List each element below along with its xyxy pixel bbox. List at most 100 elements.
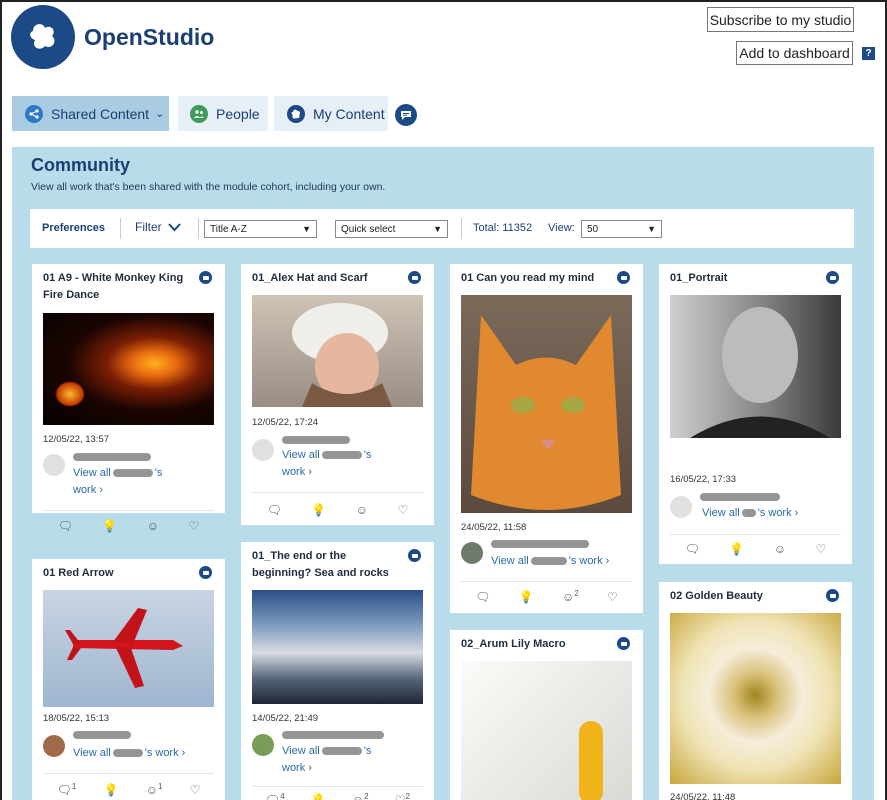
inspire-icon[interactable]: 💡 xyxy=(519,589,534,604)
card-image[interactable] xyxy=(670,295,841,438)
card-image[interactable] xyxy=(670,613,841,784)
view-all-suffix: 's xyxy=(363,449,372,461)
filter-label: Filter xyxy=(135,220,162,234)
card-title[interactable]: 02_Arum Lily Macro xyxy=(461,636,566,653)
content-card[interactable]: 02_Arum Lily Macro xyxy=(450,630,643,800)
smile-icon[interactable]: ☺ xyxy=(774,541,786,556)
inspire-icon[interactable]: 💡 xyxy=(311,502,326,517)
add-to-dashboard-button[interactable]: Add to dashboard xyxy=(736,41,853,65)
avatar[interactable] xyxy=(252,734,274,756)
card-title[interactable]: 01_Alex Hat and Scarf xyxy=(252,270,368,287)
content-card[interactable]: 01_Alex Hat and Scarf 12/05/22, 17:24 Vi… xyxy=(241,264,434,525)
heart-icon[interactable]: ♡2 xyxy=(395,792,410,800)
view-all-link[interactable]: View all 's work › xyxy=(73,465,193,499)
card-title[interactable]: 01 A9 - White Monkey King Fire Dance xyxy=(43,270,193,304)
smile-icon[interactable]: ☺1 xyxy=(146,782,163,797)
smile-icon[interactable]: ☺2 xyxy=(562,589,579,604)
card-title[interactable]: 01 Can you read my mind xyxy=(461,270,594,287)
filter-toggle[interactable]: Filter xyxy=(135,220,181,234)
mycontent-icon xyxy=(287,104,305,123)
card-image[interactable] xyxy=(461,295,632,513)
heart-icon[interactable]: ♡ xyxy=(397,502,408,517)
comment-icon[interactable]: 🗨 xyxy=(475,589,490,604)
avatar[interactable] xyxy=(252,439,274,461)
page-frame: OpenStudio Subscribe to my studio Add to… xyxy=(0,0,887,800)
community-description: View all work that's been shared with th… xyxy=(31,181,386,193)
chat-icon[interactable] xyxy=(395,104,417,126)
comment-icon[interactable] xyxy=(199,566,212,579)
quick-select[interactable]: Quick select ▼ xyxy=(335,220,448,238)
card-image[interactable] xyxy=(43,590,214,707)
comment-icon[interactable]: 🗨 xyxy=(685,541,700,556)
inspire-icon[interactable]: 💡 xyxy=(729,541,744,556)
card-image[interactable] xyxy=(252,590,423,704)
inspire-icon[interactable]: 💡 xyxy=(311,792,326,800)
comment-icon[interactable] xyxy=(408,549,421,562)
total-count: Total: 11352 xyxy=(473,222,533,234)
comment-icon[interactable]: 🗨1 xyxy=(57,782,77,797)
comment-icon[interactable]: 🗨4 xyxy=(265,792,285,800)
preferences-label[interactable]: Preferences xyxy=(42,222,105,234)
avatar[interactable] xyxy=(461,542,483,564)
comment-icon[interactable] xyxy=(826,271,839,284)
content-card[interactable]: 01_Portrait 16/05/22, 17:33 View all 's w… xyxy=(659,264,852,564)
redacted-name xyxy=(112,469,153,478)
heart-icon[interactable]: ♡ xyxy=(188,518,199,533)
comment-icon[interactable]: 🗨 xyxy=(58,518,73,533)
view-all-text: View all xyxy=(702,507,740,519)
card-title[interactable]: 01 Red Arrow xyxy=(43,565,114,582)
help-icon[interactable]: ? xyxy=(862,47,875,60)
content-card[interactable]: 02 Golden Beauty 24/05/22, 11:48 xyxy=(659,582,852,800)
sort-select[interactable]: Title A-Z ▼ xyxy=(204,220,317,238)
redacted-name xyxy=(321,747,362,756)
smile-icon[interactable]: ☺2 xyxy=(352,792,369,800)
heart-icon[interactable]: ♡ xyxy=(607,589,618,604)
tab-shared-content[interactable]: Shared Content ⌄ xyxy=(12,96,169,131)
smile-icon[interactable]: ☺ xyxy=(356,502,368,517)
avatar[interactable] xyxy=(43,735,65,757)
inspire-icon[interactable]: 💡 xyxy=(102,518,117,533)
view-count-select[interactable]: 50 ▼ xyxy=(581,220,662,238)
view-all-text: View all xyxy=(282,449,320,461)
chevron-down-icon: ▼ xyxy=(647,224,656,234)
content-card[interactable]: 01 Red Arrow 18/05/22, 15:13 View all 's … xyxy=(32,559,225,800)
card-title[interactable]: 02 Golden Beauty xyxy=(670,588,763,605)
content-card[interactable]: 01 A9 - White Monkey King Fire Dance 12/… xyxy=(32,264,225,513)
comment-icon[interactable] xyxy=(617,637,630,650)
card-title[interactable]: 01_The end or the beginning? Sea and roc… xyxy=(252,548,402,582)
tab-shared-content-label: Shared Content xyxy=(51,105,150,122)
comment-icon[interactable] xyxy=(826,589,839,602)
inspire-icon[interactable]: 💡 xyxy=(104,782,119,797)
content-card[interactable]: 01 Can you read my mind 24/05/22, 11:58 … xyxy=(450,264,643,613)
comment-icon[interactable] xyxy=(199,271,212,284)
card-date: 12/05/22, 13:57 xyxy=(43,434,110,445)
divider xyxy=(252,786,423,787)
card-image[interactable] xyxy=(43,313,214,425)
redacted-name xyxy=(741,509,756,518)
view-all-link[interactable]: View all 's work › xyxy=(702,505,847,522)
heart-icon[interactable]: ♡ xyxy=(815,541,826,556)
view-all-link[interactable]: View all 's work › xyxy=(491,553,636,570)
avatar[interactable] xyxy=(670,496,692,518)
smile-icon[interactable]: ☺ xyxy=(147,518,159,533)
view-all-text: View all xyxy=(73,467,111,479)
content-card[interactable]: 01_The end or the beginning? Sea and roc… xyxy=(241,542,434,800)
logo-icon[interactable] xyxy=(11,5,75,69)
avatar[interactable] xyxy=(43,454,65,476)
card-title[interactable]: 01_Portrait xyxy=(670,270,727,287)
tab-people[interactable]: People xyxy=(178,96,268,131)
subscribe-button[interactable]: Subscribe to my studio xyxy=(707,7,854,32)
tab-my-content[interactable]: My Content xyxy=(274,96,388,131)
comment-icon[interactable] xyxy=(617,271,630,284)
comment-icon[interactable]: 🗨 xyxy=(267,502,282,517)
card-image[interactable] xyxy=(461,661,632,800)
heart-icon[interactable]: ♡ xyxy=(190,782,201,797)
card-image[interactable] xyxy=(252,295,423,407)
divider xyxy=(198,218,199,239)
brand-name[interactable]: OpenStudio xyxy=(84,24,214,51)
view-all-link[interactable]: View all 's work › xyxy=(282,743,402,777)
card-date: 24/05/22, 11:58 xyxy=(461,522,527,533)
view-all-link[interactable]: View all 's work › xyxy=(282,447,402,481)
view-all-link[interactable]: View all 's work › xyxy=(73,745,213,762)
comment-icon[interactable] xyxy=(408,271,421,284)
